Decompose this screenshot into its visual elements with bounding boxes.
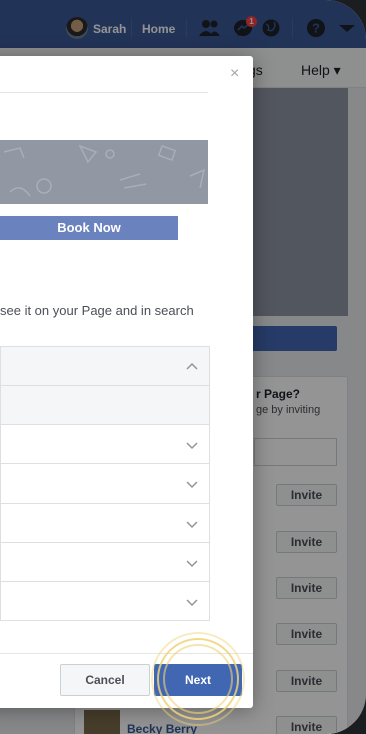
cancel-button[interactable]: Cancel (60, 664, 150, 696)
accordion-row[interactable] (0, 503, 210, 542)
accordion-header-expanded[interactable] (0, 346, 210, 385)
dialog-description: see it on your Page and in search (0, 303, 194, 318)
preview-cover-image (0, 140, 208, 204)
book-now-preview-button: Book Now (0, 216, 178, 240)
accordion-row[interactable] (0, 542, 210, 581)
accordion-option-row[interactable] (0, 385, 210, 424)
chevron-down-icon (186, 442, 198, 450)
cover-pattern-icon (3, 144, 206, 197)
chevron-down-icon (186, 599, 198, 607)
chevron-down-icon (186, 521, 198, 529)
click-highlight-ring (163, 644, 233, 714)
accordion-row[interactable] (0, 424, 210, 463)
screen: Sarah Home 1 ? gs Help ▾ r Page? ge by i… (0, 0, 366, 734)
accordion-row[interactable] (0, 463, 210, 503)
accordion-row[interactable] (0, 581, 210, 621)
chevron-down-icon (186, 481, 198, 489)
close-icon[interactable]: × (230, 64, 239, 84)
dialog-header-divider (0, 92, 208, 93)
chevron-down-icon (186, 560, 198, 568)
chevron-up-icon (186, 362, 198, 370)
